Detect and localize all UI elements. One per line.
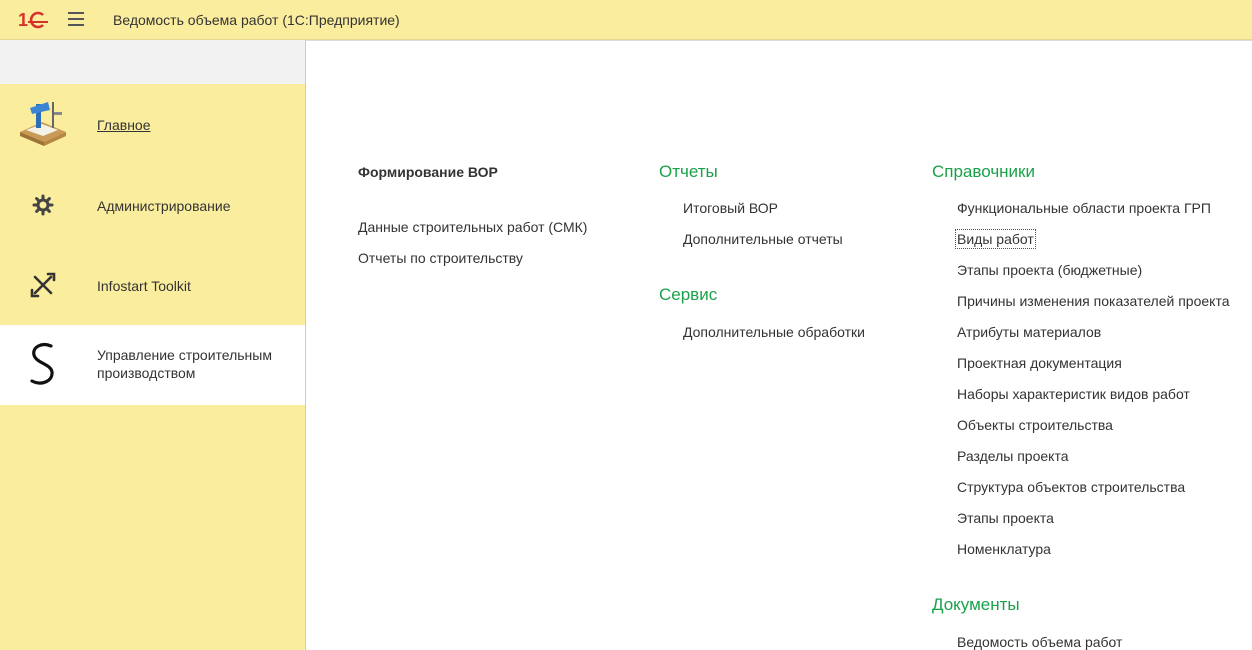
catalog-link[interactable]: Проектная документация <box>957 355 1122 371</box>
catalog-link[interactable]: Структура объектов строительства <box>957 479 1185 495</box>
formation-link[interactable]: Данные строительных работ (СМК) <box>358 219 587 235</box>
formation-heading: Формирование ВОР <box>358 164 498 180</box>
reports-section-title: Отчеты <box>659 162 718 181</box>
catalog-link[interactable]: Номенклатура <box>957 541 1051 557</box>
formation-link[interactable]: Отчеты по строительству <box>358 250 523 266</box>
sidebar-item-construction-management[interactable]: Управление строительным производством <box>0 325 305 405</box>
service-section-title: Сервис <box>659 285 718 304</box>
sidebar-item-label: Infostart Toolkit <box>97 278 191 294</box>
sidebar-item-infostart-toolkit[interactable]: Infostart Toolkit <box>0 245 305 325</box>
catalog-link[interactable]: Причины изменения показателей проекта <box>957 293 1230 309</box>
title-bar: 1 Ведомость объема работ (1С:Предприятие… <box>0 0 1252 40</box>
catalog-link[interactable]: Разделы проекта <box>957 448 1069 464</box>
document-link[interactable]: Ведомость объема работ <box>957 634 1122 650</box>
catalog-link[interactable]: Наборы характеристик видов работ <box>957 386 1190 402</box>
tools-icon <box>30 272 56 298</box>
sidebar: Главное Администрирование Infostart Tool… <box>0 40 306 650</box>
sidebar-item-label: Главное <box>97 117 151 133</box>
catalog-link[interactable]: Этапы проекта (бюджетные) <box>957 262 1142 278</box>
desk-lamp-icon <box>20 102 66 146</box>
sidebar-header <box>0 40 305 84</box>
catalog-link[interactable]: Этапы проекта <box>957 510 1054 526</box>
catalog-link[interactable]: Объекты строительства <box>957 417 1113 433</box>
reports-link[interactable]: Дополнительные отчеты <box>683 231 843 247</box>
main-content: Формирование ВОР Данные строительных раб… <box>306 40 1252 650</box>
1c-logo-icon[interactable]: 1 <box>18 10 48 30</box>
catalog-link[interactable]: Функциональные области проекта ГРП <box>957 200 1211 216</box>
service-link[interactable]: Дополнительные обработки <box>683 324 865 340</box>
documents-section-title: Документы <box>932 595 1020 614</box>
sidebar-item-label: Управление строительным производством <box>97 347 272 381</box>
catalogs-section-title: Справочники <box>932 162 1035 181</box>
letter-s-icon <box>30 343 54 385</box>
svg-text:1: 1 <box>18 10 28 30</box>
content-top-divider <box>306 40 1252 51</box>
sidebar-item-administration[interactable]: Администрирование <box>0 165 305 245</box>
sidebar-item-main[interactable]: Главное <box>0 85 305 165</box>
gear-icon <box>32 194 54 216</box>
sidebar-item-label: Администрирование <box>97 198 231 214</box>
app-title: Ведомость объема работ (1С:Предприятие) <box>113 12 400 28</box>
catalog-link[interactable]: Атрибуты материалов <box>957 324 1101 340</box>
reports-link[interactable]: Итоговый ВОР <box>683 200 778 216</box>
hamburger-menu-icon[interactable] <box>68 12 84 26</box>
catalog-link[interactable]: Виды работ <box>955 229 1036 249</box>
